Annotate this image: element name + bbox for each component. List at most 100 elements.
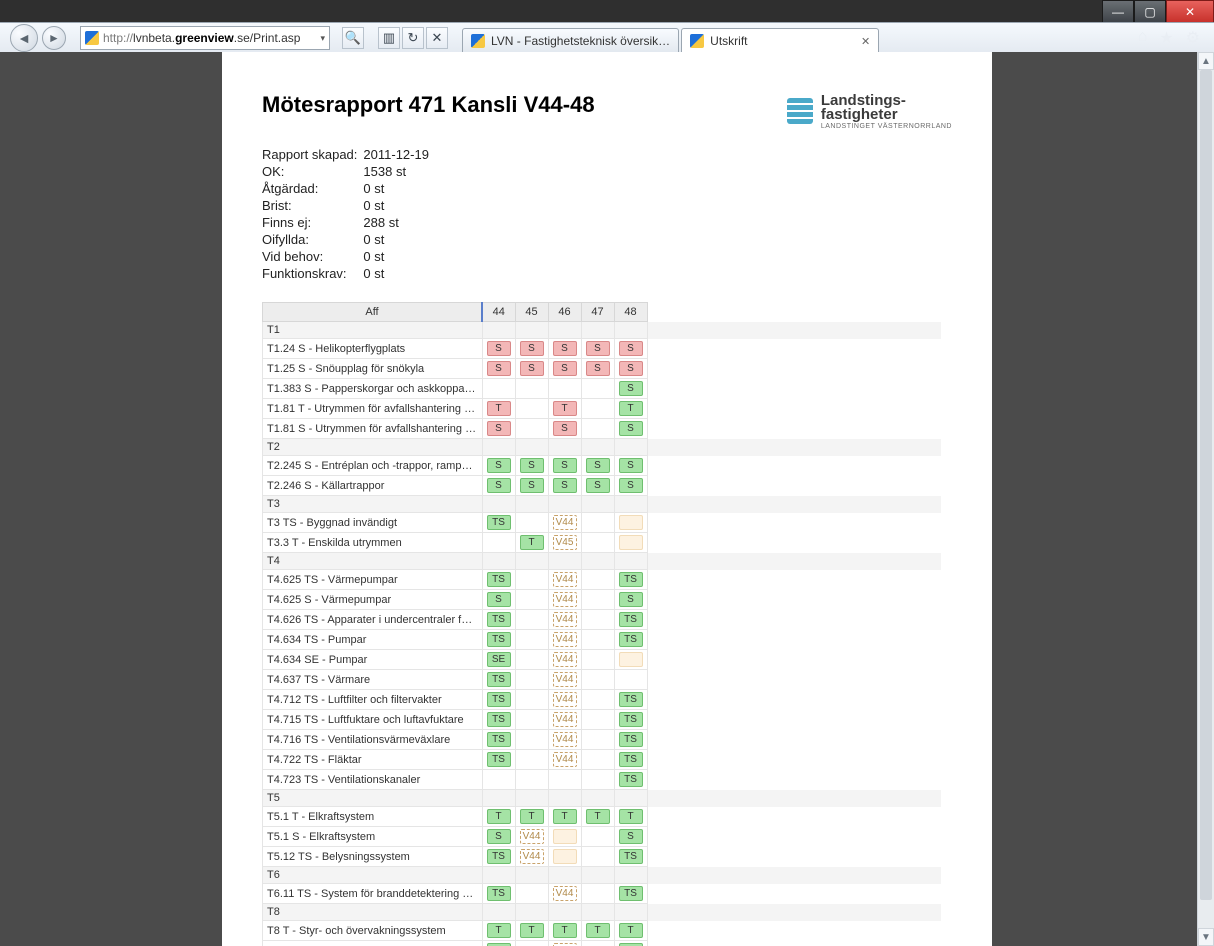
scroll-thumb[interactable] <box>1200 70 1212 900</box>
status-pill: S <box>619 421 643 436</box>
print-page: Mötesrapport 471 Kansli V44-48 Landsting… <box>222 52 992 946</box>
status-pill: V44 <box>553 632 577 647</box>
stop-icon[interactable]: ✕ <box>426 27 448 49</box>
status-cell: S <box>482 339 515 359</box>
status-cell: S <box>614 379 647 399</box>
status-pill: S <box>586 361 610 376</box>
status-cell <box>581 884 614 904</box>
status-cell <box>515 670 548 690</box>
status-cell: T <box>614 921 647 941</box>
status-cell: S <box>614 941 647 946</box>
status-pill: V44 <box>553 752 577 767</box>
status-pill: V44 <box>553 652 577 667</box>
status-cell <box>614 533 647 553</box>
logo-mark-icon <box>787 98 813 124</box>
status-cell: T <box>482 921 515 941</box>
status-cell: S <box>581 476 614 496</box>
minimize-button[interactable]: — <box>1102 0 1134 24</box>
status-cell: TS <box>482 513 515 533</box>
logo-text: Landstings- fastigheter LANDSTINGET VÄST… <box>821 92 952 130</box>
status-pill: TS <box>619 849 643 864</box>
compat-icon[interactable]: ▥ <box>378 27 400 49</box>
status-cell <box>548 827 581 847</box>
status-cell <box>581 770 614 790</box>
status-pill: T <box>487 923 511 938</box>
row-label: T4.712 TS - Luftfilter och filtervakter <box>263 690 483 710</box>
browser-tab[interactable]: Utskrift✕ <box>681 28 879 53</box>
summary-value: 0 st <box>363 265 435 282</box>
tab-close-icon[interactable]: ✕ <box>861 35 870 48</box>
maximize-button[interactable]: ▢ <box>1134 0 1166 24</box>
scroll-down-icon[interactable]: ▼ <box>1198 928 1214 946</box>
col-w45: 45 <box>515 303 548 322</box>
row-label: T2.246 S - Källartrappor <box>263 476 483 496</box>
status-cell <box>581 590 614 610</box>
section-label: T8 <box>263 904 483 921</box>
status-cell: T <box>548 399 581 419</box>
status-pill: TS <box>487 849 511 864</box>
summary-label: Åtgärdad: <box>262 180 363 197</box>
status-cell: S <box>482 359 515 379</box>
nav-group: ◄ ► <box>0 24 76 52</box>
status-cell <box>482 533 515 553</box>
status-pill: T <box>553 923 577 938</box>
status-cell: T <box>482 399 515 419</box>
scroll-up-icon[interactable]: ▲ <box>1198 52 1214 70</box>
browser-tab[interactable]: LVN - Fastighetsteknisk översik… <box>462 28 679 53</box>
summary-label: Vid behov: <box>262 248 363 265</box>
summary-table: Rapport skapad:2011-12-19OK:1538 stÅtgär… <box>262 146 435 282</box>
url-scheme: http:// <box>103 31 133 45</box>
status-cell <box>581 513 614 533</box>
status-pill: V44 <box>553 712 577 727</box>
status-cell <box>581 730 614 750</box>
status-pill: S <box>619 478 643 493</box>
row-label: T4.715 TS - Luftfuktare och luftavfuktar… <box>263 710 483 730</box>
status-cell <box>482 379 515 399</box>
status-cell <box>581 610 614 630</box>
favorites-icon[interactable]: ★ <box>1159 28 1173 48</box>
status-pill: TS <box>487 612 511 627</box>
row-label: T5.1 S - Elkraftsystem <box>263 827 483 847</box>
status-cell: S <box>614 827 647 847</box>
status-cell <box>515 419 548 439</box>
tools-gear-icon[interactable]: ⚙ <box>1186 28 1200 48</box>
summary-label: Oifyllda: <box>262 231 363 248</box>
vertical-scrollbar[interactable]: ▲ ▼ <box>1197 52 1214 946</box>
address-bar[interactable]: http://lvnbeta.greenview.se/Print.asp ▾ <box>80 26 330 50</box>
status-cell <box>515 590 548 610</box>
status-cell: S <box>581 359 614 379</box>
status-cell: T <box>548 921 581 941</box>
forward-button[interactable]: ► <box>42 26 66 50</box>
status-pill: V44 <box>553 572 577 587</box>
status-cell: T <box>515 807 548 827</box>
status-pill: S <box>487 421 511 436</box>
status-pill: T <box>520 809 544 824</box>
status-pill: S <box>553 478 577 493</box>
tab-favicon-icon <box>471 34 485 48</box>
status-pill: S <box>553 361 577 376</box>
status-cell: T <box>482 807 515 827</box>
status-cell: TS <box>482 847 515 867</box>
status-pill: T <box>520 535 544 550</box>
status-cell: S <box>614 590 647 610</box>
url-dropdown-icon[interactable]: ▾ <box>316 33 325 44</box>
home-icon[interactable]: ⌂ <box>1138 28 1148 48</box>
section-label: T4 <box>263 553 483 570</box>
status-pill <box>619 535 643 550</box>
status-cell: S <box>482 590 515 610</box>
search-icon[interactable]: 🔍 <box>342 27 364 49</box>
url-path: /Print.asp <box>250 31 301 45</box>
back-button[interactable]: ◄ <box>10 24 38 52</box>
status-pill: S <box>487 829 511 844</box>
status-cell: TS <box>614 570 647 590</box>
status-cell: TS <box>614 710 647 730</box>
status-pill: TS <box>619 712 643 727</box>
tab-favicon-icon <box>690 34 704 48</box>
col-w47: 47 <box>581 303 614 322</box>
browser-toolbar: ◄ ► http://lvnbeta.greenview.se/Print.as… <box>0 22 1214 54</box>
summary-value: 0 st <box>363 197 435 214</box>
refresh-icon[interactable]: ↻ <box>402 27 424 49</box>
close-window-button[interactable]: ✕ <box>1166 0 1214 24</box>
status-cell: S <box>548 456 581 476</box>
row-label: T1.25 S - Snöupplag för snökyla <box>263 359 483 379</box>
